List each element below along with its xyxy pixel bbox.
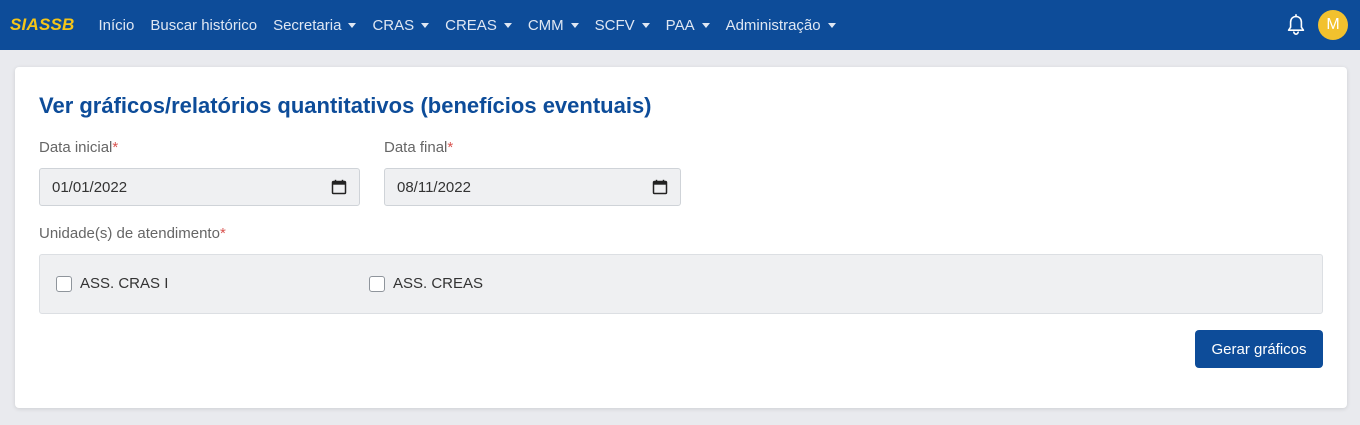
nav-item-creas[interactable]: CREAS: [445, 17, 512, 34]
nav-item-paa[interactable]: PAA: [666, 17, 710, 34]
nav-item-label: PAA: [665, 16, 695, 34]
nav-item-label: Administração: [725, 16, 821, 34]
unit-option-ass-creas[interactable]: ASS. CREAS: [369, 275, 483, 292]
caret-down-icon: [503, 23, 512, 28]
nav-item-inicio[interactable]: Início: [99, 17, 135, 34]
start-date-label-text: Data inicial: [39, 139, 113, 156]
required-mark: *: [112, 139, 119, 156]
caret-down-icon: [641, 23, 650, 28]
nav-item-label: CREAS: [445, 16, 497, 34]
required-mark: *: [447, 139, 454, 156]
page-title: Ver gráficos/relatórios quantitativos (b…: [39, 93, 652, 118]
end-date-input[interactable]: 08/11/2022: [384, 168, 681, 206]
caret-down-icon: [827, 23, 836, 28]
start-date-value: 01/01/2022: [52, 178, 128, 196]
main-nav: Início Buscar histórico Secretaria CRAS …: [99, 17, 852, 34]
nav-item-label: CRAS: [372, 16, 415, 34]
nav-item-buscar-historico[interactable]: Buscar histórico: [150, 17, 257, 34]
top-navbar: SIASSB Início Buscar histórico Secretari…: [0, 0, 1360, 50]
caret-down-icon: [421, 23, 430, 28]
nav-item-secretaria[interactable]: Secretaria: [273, 16, 357, 34]
nav-item-scfv[interactable]: SCFV: [595, 17, 650, 34]
caret-down-icon: [348, 23, 357, 28]
calendar-icon[interactable]: [331, 179, 347, 195]
report-form-card: Ver gráficos/relatórios quantitativos (b…: [15, 67, 1347, 408]
nav-item-label: Buscar histórico: [150, 16, 258, 34]
nav-item-label: Início: [98, 16, 135, 34]
nav-item-cras[interactable]: CRAS: [372, 16, 430, 34]
generate-charts-button[interactable]: Gerar gráficos: [1195, 330, 1323, 368]
nav-item-administracao[interactable]: Administração: [726, 17, 836, 34]
checkbox[interactable]: [369, 275, 385, 292]
caret-down-icon: [570, 23, 579, 28]
checkbox[interactable]: [56, 275, 72, 292]
calendar-icon[interactable]: [652, 179, 668, 195]
nav-item-label: SCFV: [594, 16, 635, 34]
bell-icon[interactable]: [1286, 14, 1306, 36]
nav-item-cmm[interactable]: CMM: [528, 17, 579, 34]
end-date-label-text: Data final: [384, 139, 448, 156]
unit-option-ass-cras-i[interactable]: ASS. CRAS I: [56, 275, 168, 292]
unit-option-label: ASS. CRAS I: [80, 275, 169, 292]
start-date-input[interactable]: 01/01/2022: [39, 168, 360, 206]
caret-down-icon: [701, 23, 710, 28]
nav-item-label: CMM: [527, 16, 564, 34]
units-checkbox-group: ASS. CRAS I ASS. CREAS: [39, 254, 1323, 314]
nav-item-label: Secretaria: [273, 16, 342, 34]
required-mark: *: [219, 225, 226, 242]
start-date-label: Data inicial*: [39, 139, 118, 156]
unit-option-label: ASS. CREAS: [393, 275, 484, 292]
user-avatar[interactable]: M: [1318, 10, 1348, 40]
end-date-value: 08/11/2022: [397, 178, 471, 196]
brand-logo[interactable]: SIASSB: [10, 15, 75, 35]
units-label: Unidade(s) de atendimento*: [39, 225, 226, 242]
units-label-text: Unidade(s) de atendimento: [39, 225, 220, 242]
navbar-actions: M: [1286, 0, 1348, 50]
end-date-label: Data final*: [384, 139, 453, 156]
